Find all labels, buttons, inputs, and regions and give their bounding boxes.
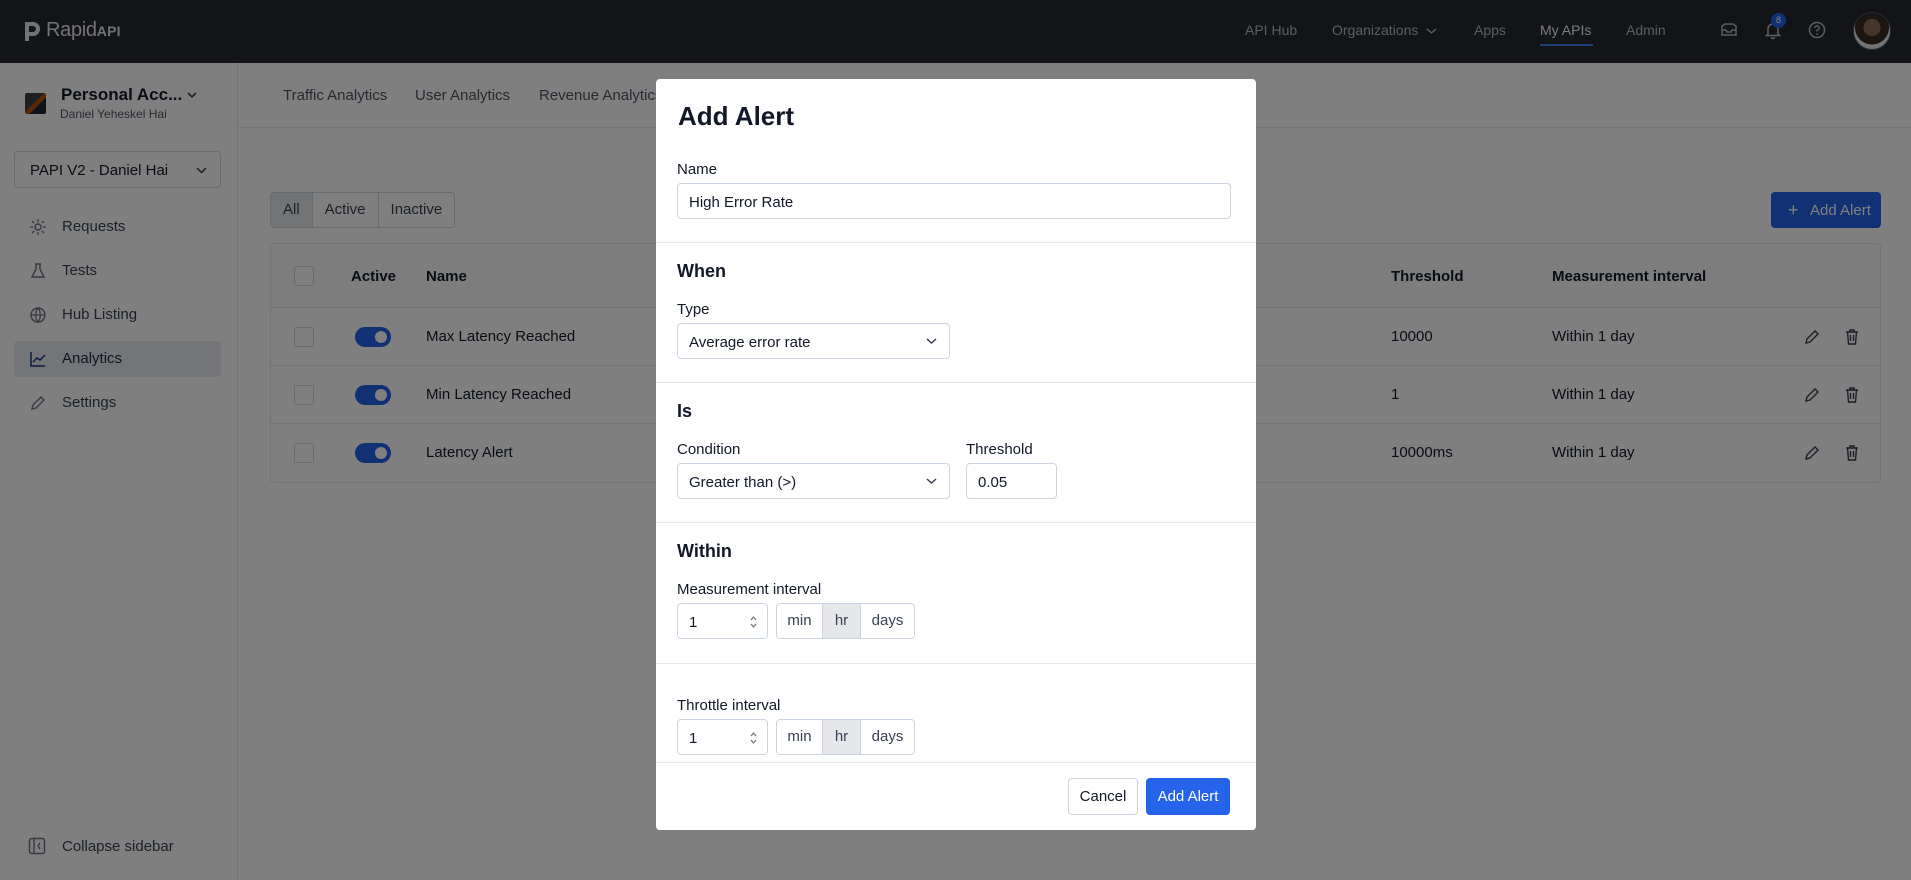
threshold-label: Threshold (966, 441, 1033, 458)
unit-hr[interactable]: hr (823, 720, 861, 754)
modal-title: Add Alert (678, 101, 795, 131)
name-input[interactable]: High Error Rate (677, 183, 1231, 219)
stepper-icon[interactable] (750, 615, 757, 629)
section-within: Within (677, 541, 732, 561)
condition-select-value: Greater than (>) (689, 474, 797, 491)
add-alert-modal: Add Alert Name High Error Rate When Type… (656, 79, 1256, 830)
condition-label: Condition (677, 441, 741, 458)
divider (656, 242, 1256, 243)
chevron-down-icon (926, 478, 937, 485)
unit-min[interactable]: min (777, 720, 823, 754)
cancel-button[interactable]: Cancel (1068, 778, 1138, 815)
type-label: Type (677, 301, 710, 318)
divider (656, 663, 1256, 664)
name-input-value: High Error Rate (689, 194, 794, 211)
threshold-input[interactable]: 0.05 (966, 463, 1057, 499)
chevron-down-icon (926, 338, 937, 345)
throttle-unit-toggle: min hr days (776, 719, 915, 755)
divider (656, 382, 1256, 383)
measurement-interval-label: Measurement interval (677, 581, 822, 598)
type-select-value: Average error rate (689, 334, 811, 351)
unit-days[interactable]: days (861, 720, 914, 754)
condition-select[interactable]: Greater than (>) (677, 463, 950, 499)
section-when: When (677, 261, 726, 281)
measurement-interval-input[interactable]: 1 (677, 603, 768, 639)
throttle-interval-input[interactable]: 1 (677, 719, 768, 755)
unit-hr[interactable]: hr (823, 604, 861, 638)
divider (656, 522, 1256, 523)
measurement-interval-value: 1 (689, 614, 698, 631)
section-is: Is (677, 401, 693, 421)
throttle-interval-value: 1 (689, 730, 698, 747)
threshold-input-value: 0.05 (978, 474, 1008, 491)
measurement-unit-toggle: min hr days (776, 603, 915, 639)
type-select[interactable]: Average error rate (677, 323, 950, 359)
unit-days[interactable]: days (861, 604, 914, 638)
add-alert-submit-button[interactable]: Add Alert (1146, 778, 1230, 815)
throttle-interval-label: Throttle interval (677, 697, 781, 714)
unit-min[interactable]: min (777, 604, 823, 638)
name-label: Name (677, 161, 718, 178)
modal-footer: Cancel Add Alert (656, 762, 1256, 830)
stepper-icon[interactable] (750, 731, 757, 745)
